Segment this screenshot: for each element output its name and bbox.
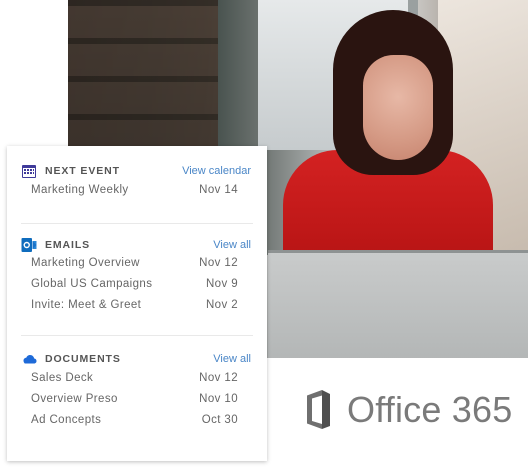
document-name: Ad Concepts [31, 414, 102, 426]
email-subject: Marketing Overview [31, 257, 140, 269]
next-event-section: NEXT EVENT View calendar Marketing Weekl… [7, 162, 267, 222]
documents-header: DOCUMENTS View all [21, 350, 251, 368]
email-date: Nov 12 [199, 257, 238, 269]
emails-title-text: EMAILS [45, 239, 91, 251]
email-subject: Invite: Meet & Greet [31, 299, 142, 311]
next-event-row-0[interactable]: Marketing Weekly Nov 14 [31, 184, 238, 196]
event-name: Marketing Weekly [31, 184, 129, 196]
event-date: Nov 14 [199, 184, 238, 196]
office-brand: Office 365 [297, 385, 517, 435]
document-row-1[interactable]: Overview Preso Nov 10 [31, 393, 238, 405]
documents-section: DOCUMENTS View all Sales Deck Nov 12 Ove… [7, 350, 267, 460]
document-date: Oct 30 [201, 414, 238, 426]
emails-view-all-link[interactable]: View all [213, 239, 251, 251]
email-date: Nov 2 [205, 299, 238, 311]
product-wordmark: Office 365 [347, 389, 513, 430]
cloud-icon [21, 351, 37, 367]
outlook-icon [21, 237, 37, 253]
email-date: Nov 9 [205, 278, 238, 290]
laptop [268, 250, 528, 358]
document-name: Overview Preso [31, 393, 118, 405]
divider [21, 335, 253, 336]
email-row-1[interactable]: Global US Campaigns Nov 9 [31, 278, 238, 290]
document-date: Nov 12 [199, 372, 238, 384]
view-calendar-link[interactable]: View calendar [182, 165, 251, 177]
next-event-title: NEXT EVENT [21, 163, 120, 179]
email-subject: Global US Campaigns [31, 278, 153, 290]
documents-view-all-link[interactable]: View all [213, 353, 251, 365]
documents-title-text: DOCUMENTS [45, 353, 121, 365]
email-row-2[interactable]: Invite: Meet & Greet Nov 2 [31, 299, 238, 311]
next-event-title-text: NEXT EVENT [45, 165, 120, 177]
divider [21, 223, 253, 224]
office-logo-icon [297, 388, 337, 432]
documents-title: DOCUMENTS [21, 351, 121, 367]
activity-card: NEXT EVENT View calendar Marketing Weekl… [7, 146, 267, 461]
next-event-header: NEXT EVENT View calendar [21, 162, 251, 180]
emails-header: EMAILS View all [21, 236, 251, 254]
document-name: Sales Deck [31, 372, 94, 384]
emails-title: EMAILS [21, 237, 90, 253]
document-date: Nov 10 [199, 393, 238, 405]
email-row-0[interactable]: Marketing Overview Nov 12 [31, 257, 238, 269]
document-row-2[interactable]: Ad Concepts Oct 30 [31, 414, 238, 426]
document-row-0[interactable]: Sales Deck Nov 12 [31, 372, 238, 384]
emails-section: EMAILS View all Marketing Overview Nov 1… [7, 236, 267, 346]
calendar-icon [21, 163, 37, 179]
person-face [363, 55, 433, 160]
